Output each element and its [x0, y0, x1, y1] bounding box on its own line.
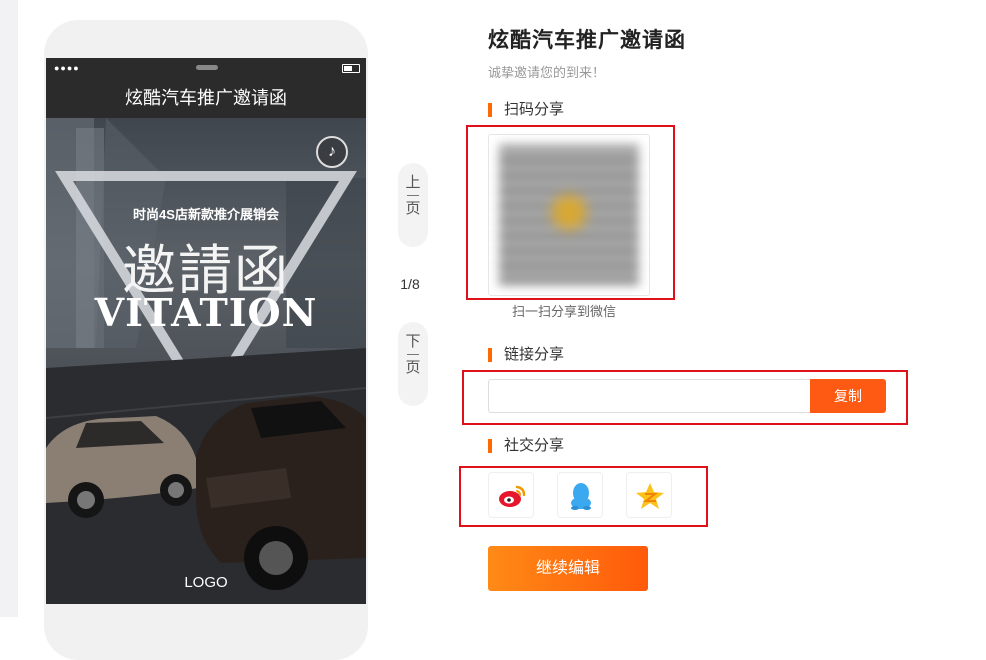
signal-icon: ●●●● [54, 63, 80, 73]
music-note-icon[interactable]: ♪ [316, 136, 348, 168]
phone-nav-title: 炫酷汽车推广邀请函 [46, 78, 366, 118]
next-page-button[interactable]: 下 页 [398, 322, 428, 406]
battery-icon [342, 64, 360, 73]
link-section-heading: 链接分享 [488, 346, 564, 364]
prev-page-label-top: 上 [405, 174, 421, 191]
phone-preview: ●●●● 炫酷汽车推广邀请函 ♪ 时尚4S店新款推介展销会 邀請函 VITATI… [44, 20, 368, 660]
phone-notch [196, 65, 218, 70]
annotation-box-qr [466, 125, 675, 300]
prev-page-divider [407, 195, 419, 196]
social-section-heading: 社交分享 [488, 437, 564, 455]
prev-page-button[interactable]: 上 页 [398, 163, 428, 247]
phone-screen: ●●●● 炫酷汽车推广邀请函 ♪ 时尚4S店新款推介展销会 邀請函 VITATI… [46, 58, 366, 604]
continue-edit-button[interactable]: 继续编辑 [488, 546, 648, 591]
qr-caption: 扫一扫分享到微信 [512, 304, 617, 319]
status-bar: ●●●● [46, 58, 366, 78]
page-subtitle: 诚挚邀请您的到来！ [488, 65, 606, 80]
page-title: 炫酷汽车推广邀请函 [488, 29, 686, 52]
qr-section-heading: 扫码分享 [488, 101, 564, 119]
page-indicator: 1/8 [400, 276, 420, 292]
prev-page-label-bottom: 页 [405, 200, 421, 217]
left-gutter [0, 0, 18, 617]
poster-logo: LOGO [184, 574, 228, 591]
poster-subtitle: 时尚4S店新款推介展销会 [133, 207, 279, 222]
next-page-label-top: 下 [405, 333, 421, 350]
poster-background-art [46, 118, 366, 604]
annotation-box-social [459, 466, 708, 527]
invitation-poster[interactable]: ♪ 时尚4S店新款推介展销会 邀請函 VITATION LOGO [46, 118, 366, 604]
next-page-divider [407, 354, 419, 355]
annotation-box-link [462, 370, 908, 425]
next-page-label-bottom: 页 [405, 359, 421, 376]
poster-title-en: VITATION [94, 290, 318, 335]
